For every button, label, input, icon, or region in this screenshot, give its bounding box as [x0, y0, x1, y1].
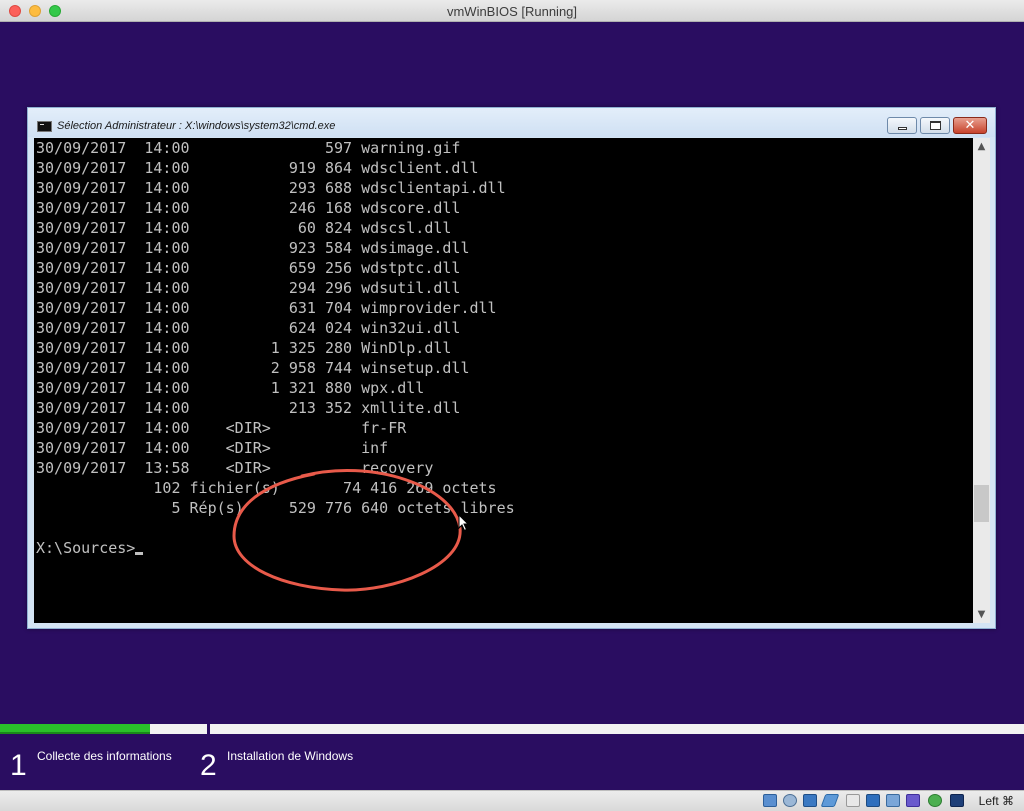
- cmd-minimize-button[interactable]: [887, 117, 917, 134]
- console-line: 30/09/2017 14:00 1 325 280 WinDlp.dll: [36, 339, 452, 357]
- console-line: 30/09/2017 14:00 1 321 880 wpx.dll: [36, 379, 425, 397]
- setup-progress-fill: [0, 724, 150, 734]
- network-icon[interactable]: [866, 794, 880, 807]
- console-line: 30/09/2017 14:00 923 584 wdsimage.dll: [36, 239, 470, 257]
- console-line: 30/09/2017 14:00 <DIR> fr-FR: [36, 419, 407, 437]
- cmd-title-bar[interactable]: Sélection Administrateur : X:\windows\sy…: [28, 108, 995, 137]
- console-line: 5 Rép(s) 529 776 640 octets libres: [36, 499, 515, 517]
- cmd-window[interactable]: Sélection Administrateur : X:\windows\sy…: [27, 107, 996, 629]
- window-title: vmWinBIOS [Running]: [446, 4, 578, 19]
- console-line: 30/09/2017 14:00 2 958 744 winsetup.dll: [36, 359, 470, 377]
- text-cursor: [135, 552, 144, 555]
- console-line: 30/09/2017 14:00 213 352 xmllite.dll: [36, 399, 461, 417]
- hard-disk-icon[interactable]: [763, 794, 777, 807]
- console-line: 102 fichier(s) 74 416 269 octets: [36, 479, 497, 497]
- maximize-icon: [929, 121, 941, 130]
- shared-folder-icon[interactable]: [820, 794, 840, 807]
- vm-status-bar: Left ⌘: [0, 790, 1024, 811]
- scroll-thumb[interactable]: [974, 485, 989, 522]
- host-key-label: Left ⌘: [978, 794, 1014, 808]
- console-line: 30/09/2017 14:00 919 864 wdsclient.dll: [36, 159, 479, 177]
- console-line: 30/09/2017 14:00 631 704 wimprovider.dll: [36, 299, 497, 317]
- mouse-pointer-icon: [458, 514, 470, 532]
- progress-divider: [207, 724, 210, 734]
- cmd-close-button[interactable]: ✕: [953, 117, 987, 134]
- console-line: 30/09/2017 14:00 <DIR> inf: [36, 439, 389, 457]
- scroll-up-icon[interactable]: ▲: [973, 138, 990, 155]
- mac-title-bar: vmWinBIOS [Running]: [0, 0, 1024, 22]
- prompt-text: X:\Sources>: [36, 539, 136, 557]
- step-label: Installation de Windows: [227, 749, 354, 763]
- console-line: 30/09/2017 14:00 597 warning.gif: [36, 139, 461, 157]
- console-line: 30/09/2017 14:00 246 168 wdscore.dll: [36, 199, 461, 217]
- console-output[interactable]: 30/09/2017 14:00 597 warning.gif 30/09/2…: [34, 138, 973, 623]
- console-line: 30/09/2017 14:00 60 824 wdscsl.dll: [36, 219, 452, 237]
- console-line: 30/09/2017 13:58 <DIR> recovery: [36, 459, 434, 477]
- console-prompt[interactable]: X:\Sources>: [36, 538, 144, 558]
- cpu-icon[interactable]: [906, 794, 920, 807]
- minimize-icon: [897, 126, 907, 130]
- cmd-maximize-button[interactable]: [920, 117, 950, 134]
- console-line: 30/09/2017 14:00 659 256 wdstptc.dll: [36, 259, 461, 277]
- display-icon[interactable]: [846, 794, 860, 807]
- step-label: Collecte des informations: [37, 749, 172, 763]
- cmd-title: Sélection Administrateur : X:\windows\sy…: [57, 120, 336, 132]
- recording-icon[interactable]: [886, 794, 900, 807]
- optical-drive-icon[interactable]: [783, 794, 797, 807]
- console-line: 30/09/2017 14:00 294 296 wdsutil.dll: [36, 279, 461, 297]
- step-number: 2: [200, 749, 217, 782]
- console-line: 30/09/2017 14:00 624 024 win32ui.dll: [36, 319, 461, 337]
- usb-icon[interactable]: [803, 794, 817, 807]
- setup-progress-bar: [0, 724, 1024, 734]
- mouse-integration-icon[interactable]: [928, 794, 942, 807]
- console-scrollbar[interactable]: ▲ ▼: [973, 138, 990, 623]
- close-icon: ✕: [964, 118, 976, 133]
- arrow-down-icon[interactable]: [950, 794, 964, 807]
- step-number: 1: [10, 749, 27, 782]
- scroll-down-icon[interactable]: ▼: [973, 606, 990, 623]
- console-line: 30/09/2017 14:00 293 688 wdsclientapi.dl…: [36, 179, 506, 197]
- vm-screen[interactable]: Sélection Administrateur : X:\windows\sy…: [0, 22, 1024, 790]
- cmd-icon[interactable]: [37, 121, 52, 132]
